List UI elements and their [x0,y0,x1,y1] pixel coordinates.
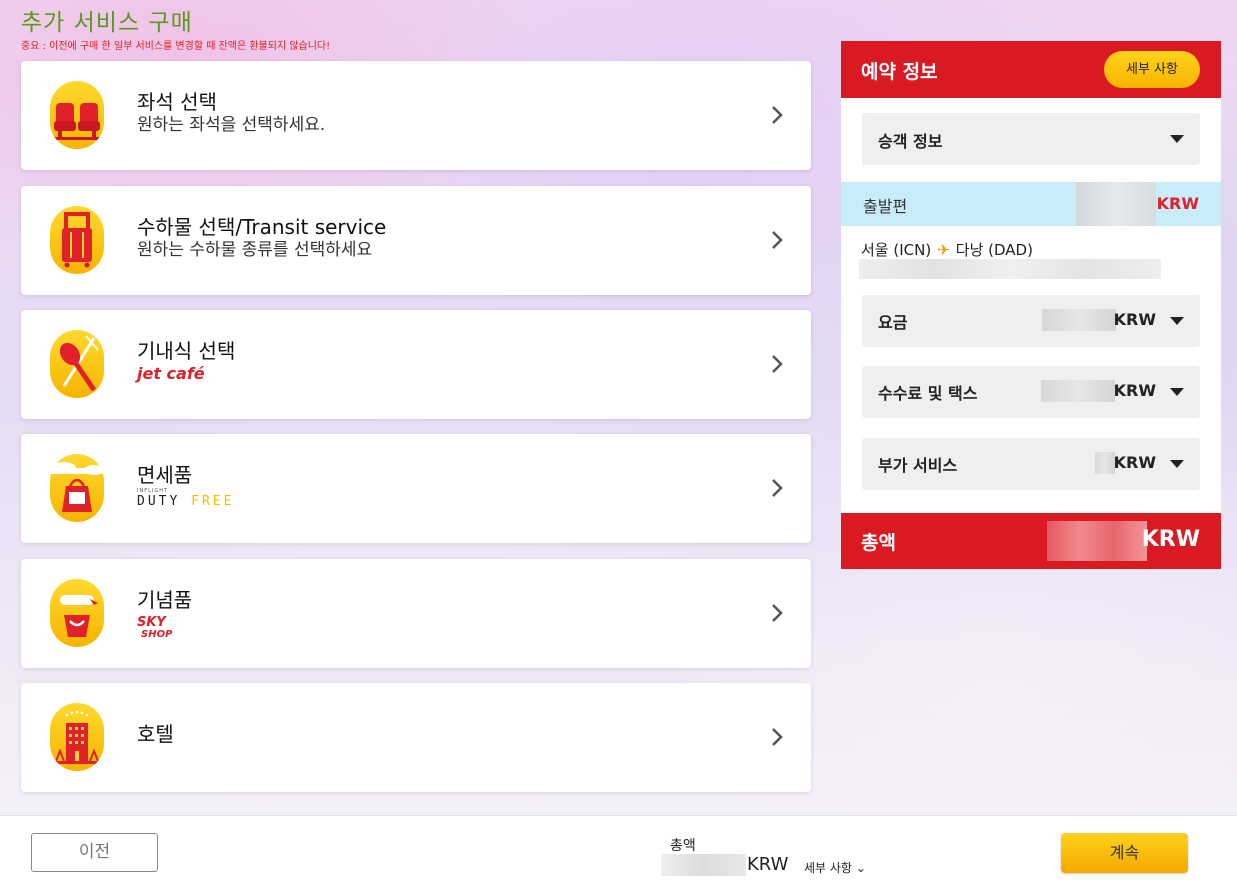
departure-amount-redacted [1076,182,1156,226]
footer-bar: 이전 총액 KRW 세부 사항 ⌄ 계속 [0,815,1237,886]
departure-currency: KRW [1156,194,1199,213]
fare-currency: KRW [1113,310,1156,329]
seat-icon [50,81,104,149]
chevron-right-icon [772,479,783,497]
footer-total-label: 총액 [670,838,696,854]
caret-down-icon [1170,317,1184,325]
departure-row: 출발편 KRW [841,182,1221,226]
fees-amount-redacted [1041,380,1115,402]
details-button[interactable]: 세부 사항 [1104,51,1200,88]
flight-details-redacted [859,259,1161,279]
service-card-seat[interactable]: 좌석 선택 원하는 좌석을 선택하세요. [21,61,811,170]
service-card-souvenir[interactable]: 기념품 SKY SHOP [21,559,811,668]
continue-button[interactable]: 계속 [1061,833,1188,873]
jet-cafe-logo: jet café [137,364,205,383]
total-label: 총액 [861,532,896,554]
caret-down-icon [1170,460,1184,468]
footer-details-toggle[interactable]: 세부 사항 ⌄ [804,859,866,876]
fees-taxes-dropdown[interactable]: 수수료 및 택스 KRW [862,366,1200,418]
service-title: 좌석 선택 [137,90,217,114]
addon-currency: KRW [1113,453,1156,472]
addon-services-dropdown[interactable]: 부가 서비스 KRW [862,438,1200,490]
chevron-right-icon [772,728,783,746]
fare-amount-redacted [1042,309,1116,331]
fees-currency: KRW [1113,381,1156,400]
meal-icon [50,330,104,398]
route-to: 다낭 (DAD) [955,241,1033,259]
airplane-icon: ✈ [937,241,950,259]
service-subtitle: 원하는 수하물 종류를 선택하세요 [137,240,373,260]
sky-text: SKY [137,615,166,630]
chevron-down-icon: ⌄ [855,861,866,875]
chevron-right-icon [772,355,783,373]
chevron-right-icon [772,604,783,622]
service-card-baggage[interactable]: 수하물 선택/Transit service 원하는 수하물 종류를 선택하세요 [21,186,811,295]
addon-services-label: 부가 서비스 [878,456,958,475]
service-card-duty-free[interactable]: 면세품 INFLIGHT DUTY FREE [21,434,811,543]
service-title: 기내식 선택 [137,339,236,363]
luggage-icon [50,206,104,274]
fare-dropdown[interactable]: 요금 KRW [862,295,1200,347]
duty-free-logo: INFLIGHT DUTY FREE [137,488,234,509]
route-from: 서울 (ICN) [861,241,932,259]
departure-label: 출발편 [863,197,908,216]
hotel-icon [50,703,104,771]
previous-button[interactable]: 이전 [31,833,158,872]
total-amount-redacted [1047,521,1147,561]
service-card-hotel[interactable]: 호텔 [21,683,811,792]
shop-text: SHOP [141,629,173,640]
booking-header: 예약 정보 세부 사항 [841,41,1221,98]
page-title: 추가 서비스 구매 [21,10,193,36]
free-text: FREE [191,494,235,509]
service-title: 기념품 [137,588,193,612]
caret-down-icon [1170,388,1184,396]
booking-summary-panel: 예약 정보 세부 사항 승객 정보 출발편 KRW 서울 (ICN) ✈ 다낭 (D… [841,41,1221,569]
footer-total-currency: KRW [747,854,789,875]
fare-label: 요금 [878,313,908,332]
service-title: 수하물 선택/Transit service [137,215,387,239]
flight-route: 서울 (ICN) ✈ 다낭 (DAD) [861,239,1033,260]
chevron-right-icon [772,231,783,249]
service-subtitle: 원하는 좌석을 선택하세요. [137,115,326,135]
addon-amount-redacted [1095,452,1115,474]
footer-details-label: 세부 사항 [804,861,852,875]
footer-total-redacted [661,854,746,876]
passenger-info-label: 승객 정보 [878,132,943,151]
refund-notice: 중요 : 이전에 구매 한 일부 서비스를 변경할 때 잔액은 환불되지 않습니… [21,41,331,52]
duty-text: DUTY [137,494,181,509]
total-currency: KRW [1141,527,1200,552]
passenger-info-dropdown[interactable]: 승객 정보 [862,113,1200,165]
caret-down-icon [1170,135,1184,143]
service-title: 호텔 [137,722,174,746]
booking-title: 예약 정보 [861,61,938,83]
duty-free-icon [50,454,104,522]
service-title: 면세품 [137,463,193,487]
skyshop-logo: SKY SHOP [137,615,192,641]
total-row: 총액 KRW [841,513,1221,569]
chevron-right-icon [772,106,783,124]
service-card-meal[interactable]: 기내식 선택 jet café [21,310,811,419]
fees-taxes-label: 수수료 및 택스 [878,384,978,403]
souvenir-icon [50,579,104,647]
